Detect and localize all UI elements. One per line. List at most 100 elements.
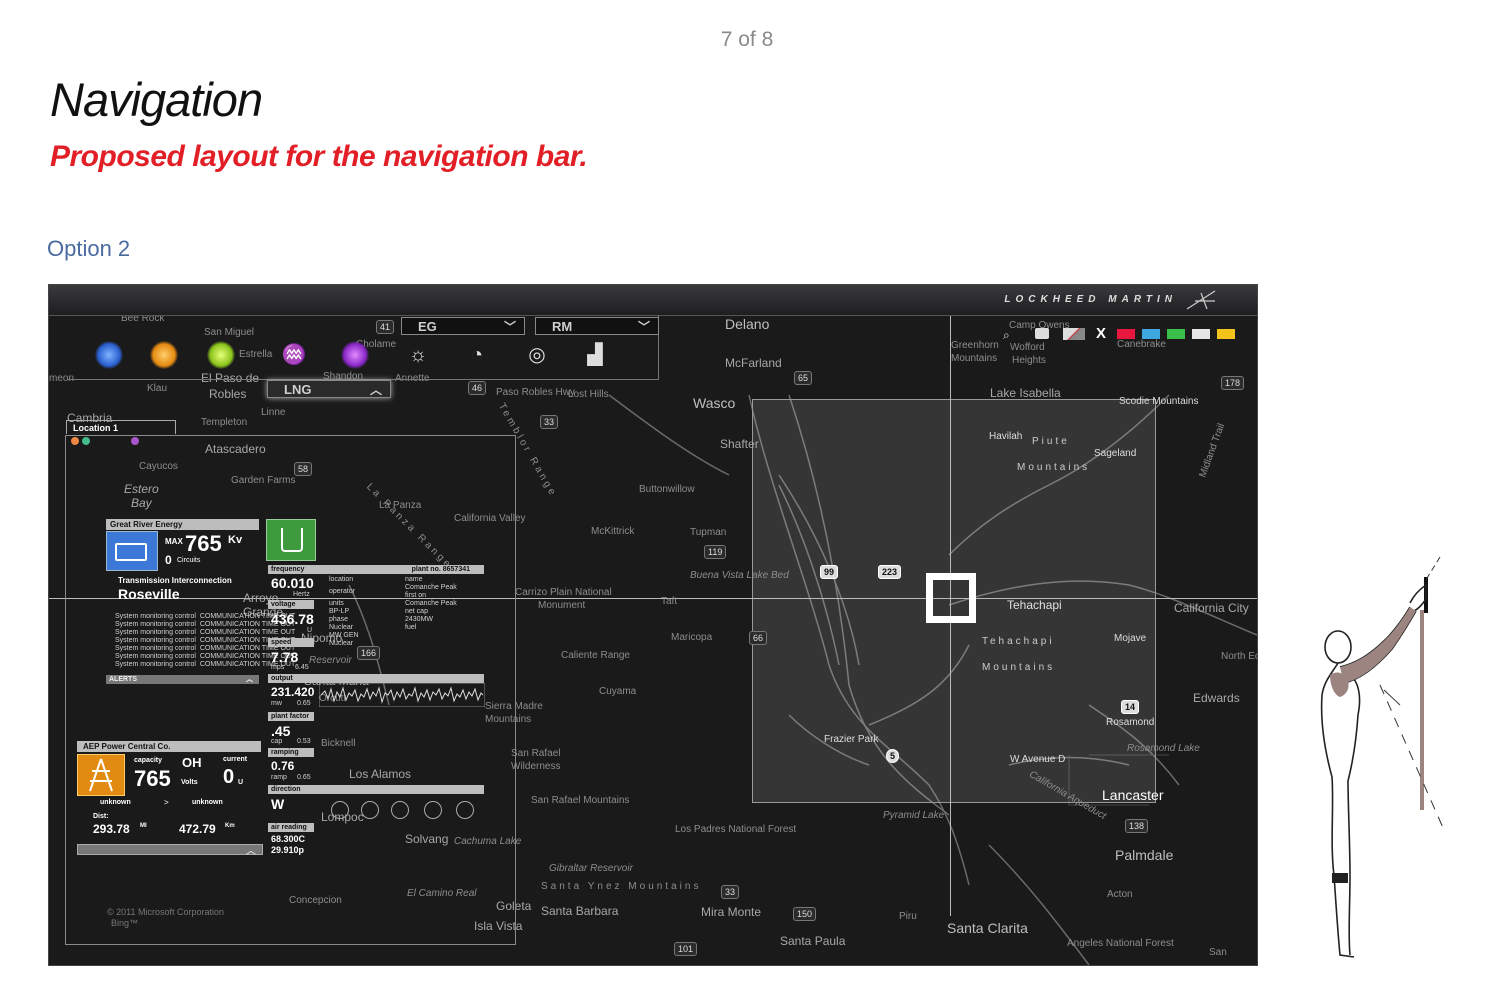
chevron-up-icon: ︿ [369,383,382,397]
map-label: Mountains [1017,462,1091,473]
layer-icon[interactable] [1063,328,1085,340]
units-value: BP-LP [329,608,350,615]
highway-shield: 46 [468,381,487,395]
status-row: System monitoring control COMMUNICATION … [115,621,295,629]
location-tab[interactable]: Location 1 [66,420,176,434]
from-label: unknown [100,799,131,806]
net-cap-value: 2430MW [405,616,434,623]
air-reading-bar: air reading [268,823,314,832]
camera-icon[interactable] [1035,328,1049,339]
ramping-value: 0.76 [271,759,295,773]
alerts-label: ALERTS [109,676,137,683]
dropdown-rm[interactable]: RM ﹀ [535,317,659,335]
direction-dial [391,801,409,819]
map-label: Cuyama [599,686,637,697]
highway-shield: 150 [793,907,817,921]
ramping-bar: ramping [268,748,314,757]
crosshair-target-icon[interactable] [926,573,976,623]
air-reading-2: 29.910p [271,845,305,855]
map-label: Santa Barbara [541,904,619,918]
dist-label: Dist: [93,813,109,820]
tower-icon[interactable] [341,341,369,369]
map-label: North Ed [1221,651,1258,662]
target-icon[interactable]: ◎ [523,341,551,369]
status-value: COMMUNICATION TIME OUT [199,629,296,636]
map-label: Tupman [690,527,727,538]
app-title-bar: LOCKHEED MARTIN [49,285,1257,316]
user-height-figure [1320,556,1445,958]
page-subtitle: Proposed layout for the navigation bar. [50,140,588,173]
map-label: Wilderness [511,761,561,772]
status-label: System monitoring control [115,621,196,628]
map-label: McFarland [725,356,782,370]
state-value: OH [182,755,202,770]
output-unit: mw [271,700,282,707]
color-swatch-blue[interactable] [1142,329,1160,339]
plant-factor-value: .45 [271,723,291,739]
max-label: MAX [165,537,183,546]
nuclear-plant-icon[interactable] [207,341,235,369]
map-label: Frazier Park [824,734,879,745]
color-swatch-yellow[interactable] [1217,329,1235,339]
map-label: Mojave [1114,633,1147,644]
alerts-bar[interactable]: ALERTS ︿ [106,675,259,684]
interconnection-value: Roseville [118,586,180,602]
current-value: 0 [223,766,235,788]
transmission-tower-icon[interactable] [150,341,178,369]
map-label: Santa Paula [780,934,846,948]
direction-dial [331,801,349,819]
status-row: System monitoring control COMMUNICATION … [115,661,295,669]
option-label: Option 2 [47,236,131,261]
status-label: System monitoring control [115,653,196,660]
color-swatch-green[interactable] [1167,329,1185,339]
satellite-dish-icon[interactable]: ◔ [463,341,491,369]
map-label: San [1209,947,1227,958]
map-label: Delano [725,316,770,332]
status-row: System monitoring control COMMUNICATION … [115,653,295,661]
brand-logo: LOCKHEED MARTIN [1004,294,1177,305]
battery-icon[interactable] [95,341,123,369]
map-label: California City [1174,601,1249,615]
plant-number: plant no. 8657341 [411,566,470,573]
map-label: Buttonwillow [639,484,695,495]
chevron-down-icon: ﹀ [503,320,516,334]
ramping-sub: 0.65 [297,774,311,781]
map-label: Maricopa [671,632,713,643]
voltage-bar: voltage [268,600,314,609]
map-label: Taft [661,596,678,607]
map-label: McKittrick [591,526,635,537]
dist-mi-value: 293.78 [93,822,130,836]
map-label: Mountains [982,662,1056,673]
highway-shield: 101 [674,942,698,956]
map-label: Rosamond Lake [1127,743,1200,754]
dropdown-lng[interactable]: LNG ︿ [267,380,391,398]
factory-icon[interactable]: ▟ [581,341,609,369]
sun-icon[interactable]: ☼ [404,341,432,369]
map-label: Linne [261,407,286,418]
zoom-icon[interactable]: ⌕ [1003,328,1010,343]
map-label: Acton [1107,889,1133,900]
map-label: Scodie Mountains [1119,396,1199,407]
frequency-bar: frequency plant no. 8657341 [268,565,484,574]
map-label: Paso Robles Hwy [496,387,575,398]
map-label: Tehachapi [982,636,1055,647]
max-value: 765 [185,531,222,556]
bing-text: Bing™ [111,918,139,928]
speed-sub: 6.45 [295,664,309,671]
dist-km-value: 472.79 [179,822,216,836]
ramping-unit: ramp [271,774,287,781]
name-label: name [405,576,423,583]
map-label: Wofford [1010,342,1045,353]
color-swatch-white[interactable] [1192,329,1210,339]
color-swatch-red[interactable] [1117,329,1135,339]
collapse-bar[interactable]: ︿ [77,844,263,857]
dropdown-eg[interactable]: EG ﹀ [401,317,525,335]
arrow-label: > [164,798,169,807]
close-icon[interactable]: X [1096,325,1106,342]
map-label: Santa Clarita [947,920,1028,936]
hydro-plant-icon[interactable]: ♒ [280,341,308,369]
status-label: System monitoring control [115,645,196,652]
highway-shield: 5 [886,749,900,763]
battery-icon [106,531,158,571]
chevron-up-icon: ︿ [246,846,256,857]
